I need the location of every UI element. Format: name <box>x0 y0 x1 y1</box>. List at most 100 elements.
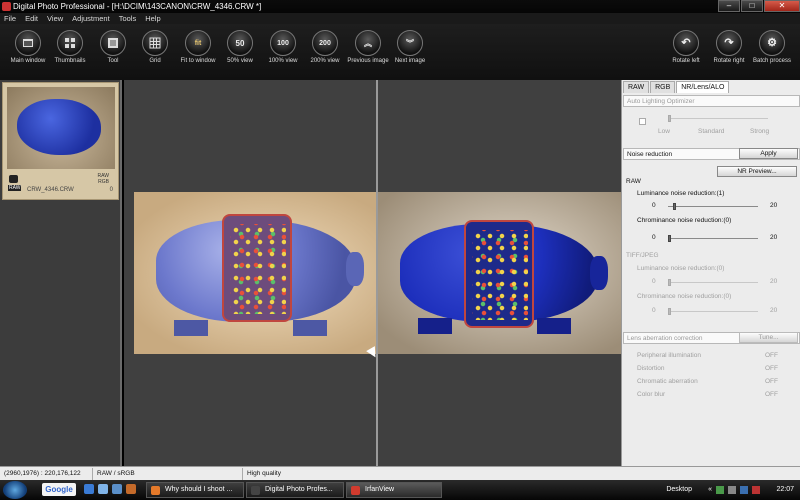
start-button[interactable] <box>3 481 27 499</box>
title-bar: Digital Photo Professional - [H:\DCIM\14… <box>0 0 800 13</box>
view-200-button[interactable]: 200 200% view <box>303 30 347 65</box>
firefox-icon <box>151 486 160 495</box>
close-button[interactable]: ✕ <box>764 0 800 12</box>
task-browser-label: Why should I shoot ... <box>165 486 233 493</box>
raw-chrominance-slider[interactable] <box>668 235 758 242</box>
menu-adjustment[interactable]: Adjustment <box>72 13 110 24</box>
ie-icon[interactable] <box>84 484 94 494</box>
image-viewer[interactable] <box>124 80 621 466</box>
menu-view[interactable]: View <box>47 13 63 24</box>
tiff-chrominance-handle[interactable] <box>668 308 671 315</box>
raw-luminance-handle[interactable] <box>673 203 676 210</box>
tag-rgb: RGB <box>98 179 109 185</box>
nr-raw-heading: RAW <box>626 178 641 185</box>
previous-image-button[interactable]: ︽ Previous image <box>346 30 390 65</box>
pig-band <box>222 214 292 322</box>
alo-slider-handle[interactable] <box>668 115 671 122</box>
pig-feet <box>174 320 344 336</box>
fit-to-window-label: Fit to window <box>180 58 216 64</box>
rotate-right-button[interactable]: ↷ Rotate right <box>707 30 751 65</box>
view-50-button[interactable]: 50 50% view <box>218 30 262 65</box>
tool-button[interactable]: Tool <box>91 30 135 65</box>
raw-luminance-slider[interactable] <box>668 203 758 210</box>
minimize-button[interactable]: – <box>718 0 740 12</box>
tiff-luminance-slider[interactable] <box>668 279 758 286</box>
desktop-toolbar-label[interactable]: Desktop <box>666 480 692 500</box>
clock[interactable]: 22:07 <box>776 480 794 500</box>
task-dpp[interactable]: Digital Photo Profes... <box>246 482 344 498</box>
menu-help[interactable]: Help <box>145 13 160 24</box>
tiff-luminance-label: Luminance noise reduction:(0) <box>637 265 725 272</box>
tiff-luminance-min: 0 <box>652 278 656 285</box>
menu-tools[interactable]: Tools <box>119 13 137 24</box>
status-separator <box>242 468 243 480</box>
lens-item-label: Distortion <box>637 365 665 372</box>
tray-app-icon[interactable] <box>740 486 748 494</box>
thumbnails-button[interactable]: Thumbnails <box>48 30 92 65</box>
tiff-luminance-max: 20 <box>770 278 778 285</box>
view-100-label: 100% view <box>268 58 298 64</box>
before-image <box>134 192 376 354</box>
volume-icon[interactable] <box>728 486 736 494</box>
task-browser[interactable]: Why should I shoot ... <box>146 482 244 498</box>
tray-expand-icon[interactable]: « ◂ <box>708 480 712 500</box>
menu-file[interactable]: File <box>4 13 16 24</box>
alo-checkbox[interactable] <box>639 118 646 125</box>
view-50-label: 50% view <box>227 58 253 64</box>
alo-level-standard: Standard <box>698 128 725 135</box>
show-desktop-icon[interactable] <box>98 484 108 494</box>
google-search-box[interactable]: Google <box>42 483 76 496</box>
main-window-button[interactable]: Main window <box>6 30 50 65</box>
lens-item-label: Peripheral illumination <box>637 352 701 359</box>
pig-band <box>464 220 534 328</box>
lens-tune-button[interactable]: Tune... <box>739 332 798 343</box>
tiff-chrominance-slider[interactable] <box>668 308 758 315</box>
tiff-luminance-handle[interactable] <box>668 279 671 286</box>
raw-badge: RAW <box>8 185 22 191</box>
tab-rgb[interactable]: RGB <box>650 81 676 93</box>
menu-bar: File Edit View Adjustment Tools Help <box>0 13 800 24</box>
network-icon[interactable] <box>716 486 724 494</box>
grid-label: Grid <box>149 58 161 64</box>
raw-chrominance-label: Chrominance noise reduction:(0) <box>637 217 732 224</box>
raw-chrominance-handle[interactable] <box>668 235 671 242</box>
menu-edit[interactable]: Edit <box>25 13 38 24</box>
task-dpp-label: Digital Photo Profes... <box>265 486 333 493</box>
status-bar: (2960,1976) : 220,176,122 RAW / sRGB Hig… <box>0 466 800 480</box>
zoom-200-icon: 200 <box>312 30 338 56</box>
grid-button[interactable]: Grid <box>133 30 177 65</box>
next-image-button[interactable]: ︾ Next image <box>388 30 432 65</box>
alo-slider[interactable] <box>668 115 768 122</box>
rotate-left-button[interactable]: ↶ Rotate left <box>664 30 708 65</box>
nr-apply-button[interactable]: Apply <box>739 148 798 159</box>
after-image <box>378 192 621 354</box>
tray-alert-icon[interactable] <box>752 486 760 494</box>
tab-raw[interactable]: RAW <box>623 81 650 93</box>
batch-process-button[interactable]: ⚙ Batch process <box>750 30 794 65</box>
tool-palette-icon <box>100 30 126 56</box>
alo-level-strong: Strong <box>750 128 770 135</box>
tiff-chrominance-max: 20 <box>770 307 778 314</box>
tiff-chrominance-label: Chrominance noise reduction:(0) <box>637 293 732 300</box>
view-100-button[interactable]: 100 100% view <box>261 30 305 65</box>
status-quality: High quality <box>247 470 281 477</box>
maximize-button[interactable]: □ <box>741 0 763 12</box>
chevron-down-icon: ︾ <box>397 30 423 56</box>
thumbnail-tags: RAW RGB <box>98 173 109 185</box>
thumbnail-info: RAW RAW RGB CRW_4346.CRW 0 <box>7 173 115 197</box>
tab-nr-lens-alo[interactable]: NR/Lens/ALO <box>676 81 730 93</box>
toolbar: Main window Thumbnails Tool Grid fit Fit… <box>0 24 800 80</box>
rotate-right-label: Rotate right <box>713 58 745 64</box>
fit-to-window-button[interactable]: fit Fit to window <box>176 30 220 65</box>
media-icon[interactable] <box>126 484 136 494</box>
pig-dots <box>230 224 286 314</box>
irfanview-icon <box>351 486 360 495</box>
nr-preview-button[interactable]: NR Preview... <box>717 166 797 177</box>
raw-chrominance-min: 0 <box>652 234 656 241</box>
switch-windows-icon[interactable] <box>112 484 122 494</box>
chevron-up-icon: ︽ <box>355 30 381 56</box>
thumbnail-index: 0 <box>109 187 113 193</box>
lens-item-label: Chromatic aberration <box>637 378 698 385</box>
task-irfanview[interactable]: IrfanView <box>346 482 442 498</box>
thumbnail-card[interactable]: RAW RAW RGB CRW_4346.CRW 0 <box>2 82 119 200</box>
